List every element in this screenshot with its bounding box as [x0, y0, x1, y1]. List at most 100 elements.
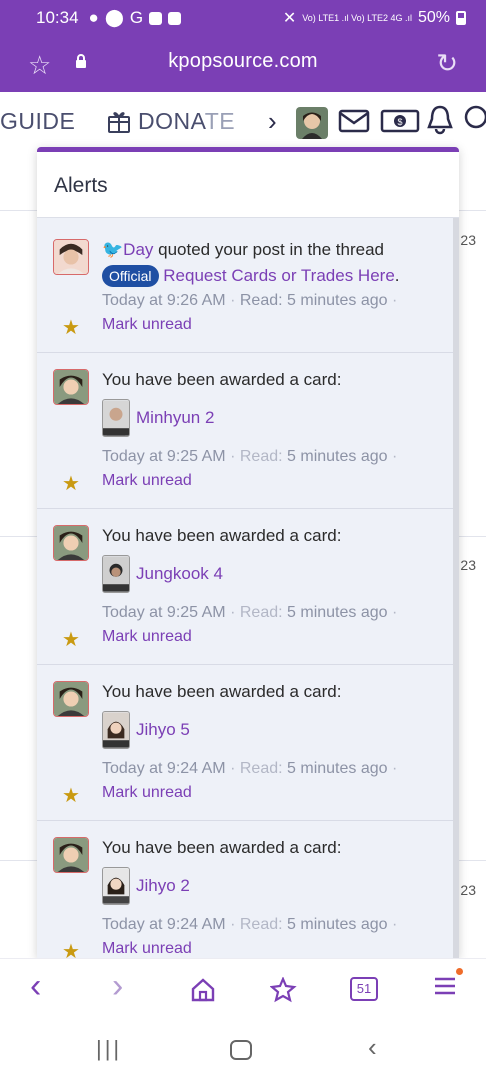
star-icon[interactable]: ★ — [62, 315, 80, 340]
user-avatar[interactable] — [296, 107, 328, 139]
separator: · — [392, 760, 398, 777]
clock: 10:34 — [36, 8, 79, 27]
status-bar: 10:34 ● ⬤ G ✕ Vo) LTE1 .ıl Vo) LTE2 4G .… — [0, 0, 486, 36]
search-icon[interactable] — [462, 103, 486, 135]
nav-donate-text-fade: TE — [204, 108, 236, 134]
separator: · — [392, 448, 398, 465]
system-back-icon[interactable]: ‹ — [368, 1032, 377, 1063]
mute-icon: ✕ — [282, 10, 297, 27]
forward-icon[interactable]: › — [112, 967, 123, 1006]
alert-meta: Today at 9:24 AM · Read: 5 minutes ago · — [102, 913, 443, 937]
card-thumbnail[interactable] — [102, 399, 130, 437]
alert-item[interactable]: 🐦Day quoted your post in the thread Offi… — [37, 223, 453, 353]
card-award[interactable]: Minhyun 2 — [102, 399, 443, 437]
menu-icon[interactable] — [432, 973, 458, 999]
card-award[interactable]: Jungkook 4 — [102, 555, 443, 593]
alert-actions: Mark unread — [102, 313, 443, 337]
star-icon[interactable]: ★ — [62, 627, 80, 652]
separator: · — [392, 292, 398, 309]
nav-donate[interactable]: DONATE — [138, 108, 235, 135]
read-label: Read: — [239, 292, 283, 309]
card-thumbnail[interactable] — [102, 711, 130, 749]
alert-message: 🐦Day quoted your post in the thread Offi… — [102, 237, 443, 289]
alert-item[interactable]: You have been awarded a card: Jihyo 5 To… — [37, 665, 453, 821]
cash-icon[interactable]: $ — [380, 108, 420, 134]
system-indicators: ✕ Vo) LTE1 .ıl Vo) LTE2 4G .ıl 50% — [283, 8, 466, 28]
alert-actions: Mark unread — [102, 625, 443, 649]
official-badge: Official — [102, 265, 159, 287]
card-award[interactable]: Jihyo 2 — [102, 867, 443, 905]
back-icon[interactable]: ‹ — [30, 967, 41, 1006]
alert-time: Today at 9:24 AM — [102, 916, 226, 933]
system-navigation-bar: ||| ‹ — [0, 1020, 486, 1080]
card-award[interactable]: Jihyo 5 — [102, 711, 443, 749]
alert-actions: Mark unread — [102, 469, 443, 493]
alert-time: Today at 9:24 AM — [102, 760, 226, 777]
avatar[interactable] — [53, 239, 89, 275]
home-icon[interactable] — [190, 977, 216, 1003]
avatar[interactable] — [53, 525, 89, 561]
read-value: 5 minutes ago — [287, 604, 388, 621]
recent-apps-icon[interactable]: ||| — [96, 1036, 122, 1062]
notification-dot — [456, 968, 463, 975]
mark-unread-link[interactable]: Mark unread — [102, 940, 192, 957]
read-value: 5 minutes ago — [287, 916, 388, 933]
mark-unread-link[interactable]: Mark unread — [102, 784, 192, 801]
separator: · — [230, 448, 236, 465]
scrollbar[interactable] — [453, 218, 459, 958]
alert-item[interactable]: You have been awarded a card: Jungkook 4… — [37, 509, 453, 665]
card-thumbnail[interactable] — [102, 555, 130, 593]
bookmarks-icon[interactable] — [270, 977, 298, 1003]
notification-icons: ● ⬤ G — [89, 8, 182, 28]
card-name-link[interactable]: Jungkook 4 — [136, 564, 223, 584]
card-thumbnail[interactable] — [102, 867, 130, 905]
avatar[interactable] — [53, 837, 89, 873]
tabs-button[interactable]: 51 — [350, 977, 378, 1001]
thread-link[interactable]: Request Cards or Trades Here — [163, 266, 395, 285]
alert-message: You have been awarded a card: — [102, 370, 342, 389]
bg-count: 23 — [460, 557, 476, 573]
separator: · — [230, 916, 236, 933]
alert-time: Today at 9:25 AM — [102, 448, 226, 465]
nav-guide[interactable]: GUIDE — [0, 108, 75, 135]
bell-icon[interactable] — [425, 103, 455, 135]
alert-meta: Today at 9:26 AM · Read: 5 minutes ago · — [102, 289, 443, 313]
mark-unread-link[interactable]: Mark unread — [102, 472, 192, 489]
alert-item[interactable]: You have been awarded a card: Jihyo 2 To… — [37, 821, 453, 958]
star-icon[interactable]: ★ — [62, 471, 80, 496]
home-button-icon[interactable] — [230, 1040, 252, 1060]
alert-time: Today at 9:26 AM — [102, 292, 226, 309]
alert-meta: Today at 9:25 AM · Read: 5 minutes ago · — [102, 601, 443, 625]
url-text[interactable]: kpopsource.com — [0, 50, 486, 73]
read-label: Read: — [239, 760, 283, 777]
read-label: Read: — [239, 604, 283, 621]
mail-icon[interactable] — [338, 108, 370, 134]
reload-icon[interactable]: ↻ — [436, 48, 458, 79]
chevron-right-icon[interactable]: › — [268, 106, 277, 137]
star-icon[interactable]: ★ — [62, 939, 80, 958]
mark-unread-link[interactable]: Mark unread — [102, 316, 192, 333]
mark-unread-link[interactable]: Mark unread — [102, 628, 192, 645]
separator: · — [230, 292, 236, 309]
card-name-link[interactable]: Minhyun 2 — [136, 408, 214, 428]
battery-level: 50% — [417, 9, 450, 26]
card-name-link[interactable]: Jihyo 5 — [136, 720, 190, 740]
avatar[interactable] — [53, 369, 89, 405]
alert-item[interactable]: You have been awarded a card: Minhyun 2 … — [37, 353, 453, 509]
image-icon — [168, 11, 182, 25]
location-icon: ⬤ — [104, 8, 124, 27]
avatar[interactable] — [53, 681, 89, 717]
browser-toolbar: ‹ › 51 — [0, 958, 486, 1020]
alerts-title: Alerts — [37, 152, 459, 218]
alert-message: You have been awarded a card: — [102, 682, 342, 701]
nav-donate-text: DONA — [138, 108, 205, 134]
card-name-link[interactable]: Jihyo 2 — [136, 876, 190, 896]
alert-message: You have been awarded a card: — [102, 838, 342, 857]
alert-username[interactable]: Day — [123, 240, 153, 259]
gift-icon[interactable] — [106, 108, 132, 134]
alert-action: quoted your post in the thread — [153, 240, 385, 259]
tabs-count: 51 — [356, 981, 372, 996]
svg-text:$: $ — [397, 117, 402, 127]
separator: · — [392, 604, 398, 621]
star-icon[interactable]: ★ — [62, 783, 80, 808]
